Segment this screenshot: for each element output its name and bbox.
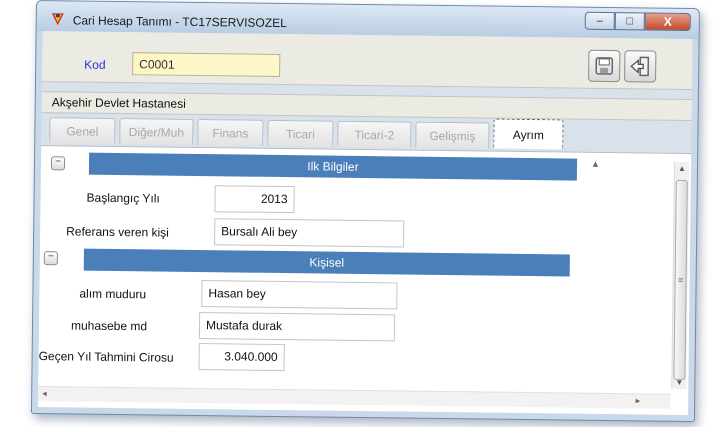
minimize-button[interactable]: – xyxy=(584,11,615,31)
exit-door-icon xyxy=(630,56,650,77)
save-button[interactable] xyxy=(588,49,621,83)
collapse-icon[interactable]: − xyxy=(43,251,58,266)
tab-ticari-2[interactable]: Ticari-2 xyxy=(337,120,412,148)
group-scroll-up-icon[interactable]: ▲ xyxy=(591,159,600,169)
window-controls: – □ X xyxy=(584,11,691,32)
section-header-kisisel: Kişisel xyxy=(83,248,570,277)
record-name-bar: Akşehir Devlet Hastanesi xyxy=(41,91,692,122)
muhasebe-md-label: muhasebe md xyxy=(70,318,148,334)
tab-strip: Genel Diğer/Muh Finans Ticari Ticari-2 G… xyxy=(49,117,567,150)
kod-panel: Kod C0001 xyxy=(41,31,693,91)
vertical-scrollbar[interactable]: ▲ ≡ ▼ xyxy=(671,161,690,389)
alim-muduru-input[interactable]: Hasan bey xyxy=(201,280,398,310)
baslangic-yili-label: Başlangıç Yılı xyxy=(86,190,160,206)
scroll-down-icon[interactable]: ▼ xyxy=(675,378,683,387)
horizontal-scrollbar[interactable]: ◂ ▸ xyxy=(38,386,671,409)
alim-muduru-label: alım muduru xyxy=(79,286,147,302)
maximize-button[interactable]: □ xyxy=(614,12,645,31)
tab-finans[interactable]: Finans xyxy=(197,118,264,146)
scroll-left-icon[interactable]: ◂ xyxy=(42,388,47,399)
gecen-yil-cirosu-input[interactable]: 3.040.000 xyxy=(198,343,285,372)
kod-input[interactable]: C0001 xyxy=(132,52,281,77)
referans-veren-kisi-input[interactable]: Bursalı Ali bey xyxy=(214,218,405,248)
tab-genel[interactable]: Genel xyxy=(49,117,116,144)
app-window: Cari Hesap Tanımı - TC17SERVISOZEL – □ X… xyxy=(30,0,700,423)
window-client: Kod C0001 Akşehir Devlet Hastanesi Genel… xyxy=(38,31,693,415)
kod-label: Kod xyxy=(84,57,106,72)
scroll-right-icon[interactable]: ▸ xyxy=(636,395,641,406)
app-logo-icon xyxy=(51,13,64,26)
collapse-icon[interactable]: − xyxy=(50,156,66,171)
referans-veren-kisi-label: Referans veren kişi xyxy=(66,224,169,240)
tab-diger-muh[interactable]: Diğer/Muh xyxy=(119,118,194,145)
baslangic-yili-input[interactable]: 2013 xyxy=(214,185,295,214)
close-button[interactable]: X xyxy=(644,12,691,32)
save-icon xyxy=(595,57,614,75)
section-header-ilk-bilgiler: Ilk Bilgiler xyxy=(88,152,578,181)
exit-button[interactable] xyxy=(624,50,657,83)
scrollbar-thumb[interactable]: ≡ xyxy=(673,179,688,380)
tab-ticari[interactable]: Ticari xyxy=(267,119,334,147)
muhasebe-md-input[interactable]: Mustafa durak xyxy=(198,312,396,342)
window-title: Cari Hesap Tanımı - TC17SERVISOZEL xyxy=(72,13,287,31)
tab-ayrim[interactable]: Ayrım xyxy=(493,118,564,150)
gecen-yil-cirosu-label: Geçen Yıl Tahmini Cirosu xyxy=(38,349,174,365)
ayrim-tab-content: ▲ − Ilk Bilgiler Başlangıç Yılı 2013 Ref… xyxy=(38,145,692,415)
tab-gelismis[interactable]: Gelişmiş xyxy=(415,121,490,149)
scroll-up-icon[interactable]: ▲ xyxy=(678,164,686,173)
